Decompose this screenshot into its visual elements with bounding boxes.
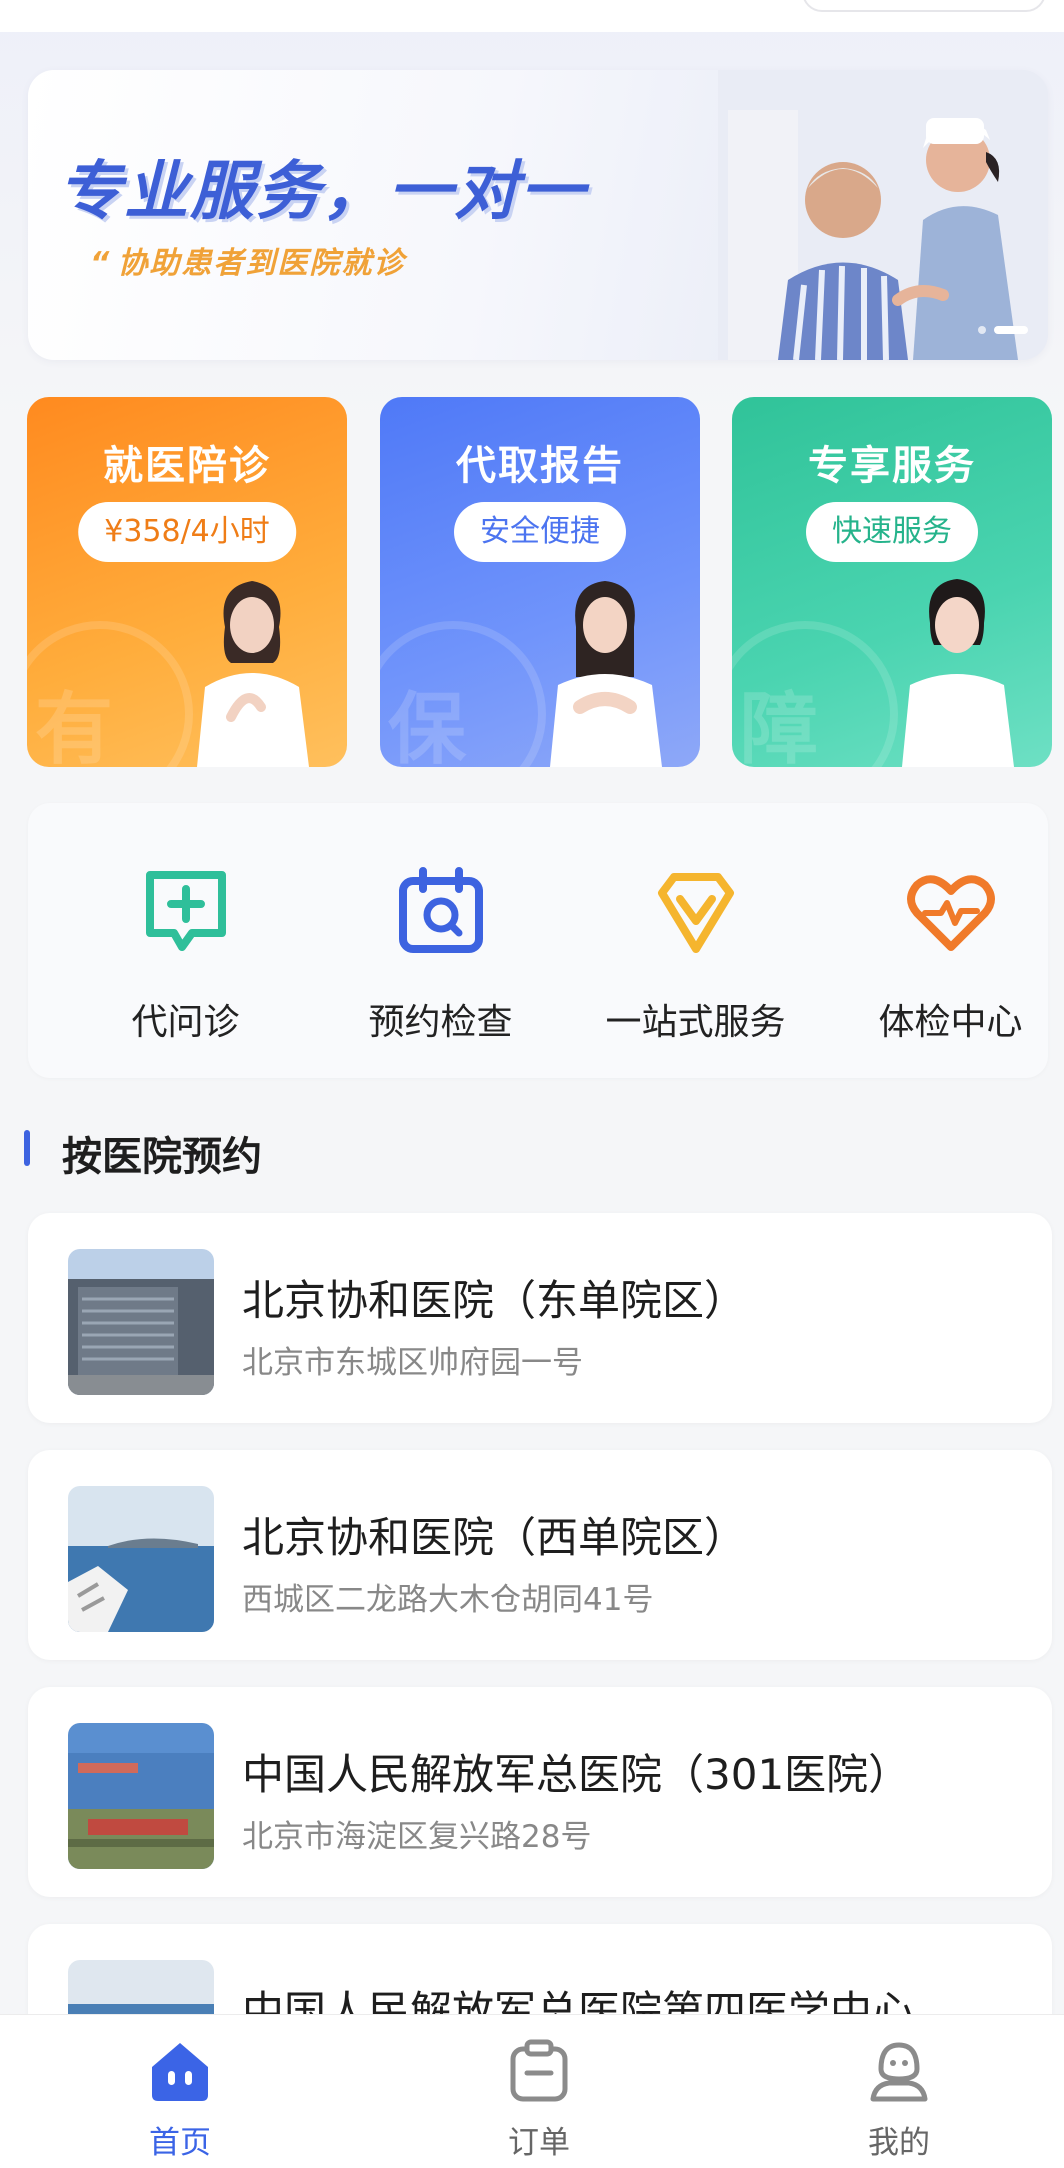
banner-subtitle-text: 协助患者到医院就诊 (117, 246, 406, 281)
heart-pulse-icon (906, 875, 995, 951)
service-title: 专享服务 (808, 443, 976, 489)
banner-subtitle: “协助患者到医院就诊 (90, 238, 405, 282)
clipboard-icon (510, 2039, 568, 2102)
quick-actions-panel: 代问诊 预约检查 一站式服务 体检中心 (28, 803, 1048, 1078)
service-title: 代取报告 (456, 443, 624, 489)
watermark-text: 有 (35, 685, 114, 767)
quick-action-checkup[interactable]: 体检中心 (823, 863, 1064, 1045)
service-title: 就医陪诊 (103, 443, 271, 489)
service-person-image (902, 579, 1014, 767)
pagination-dot-active (994, 326, 1028, 334)
tab-label: 订单 (508, 2125, 570, 2161)
hospital-name: 中国人民解放军总医院（301医院） (242, 1750, 911, 1799)
watermark-text: 障 (740, 685, 819, 767)
nurse-patient-illustration (718, 70, 1048, 360)
hospital-address: 北京市海淀区复兴路28号 (242, 1819, 592, 1855)
quick-action-label: 预约检查 (368, 1002, 513, 1043)
quick-action-label: 代问诊 (131, 1002, 240, 1043)
service-card-escort[interactable]: 有 就医陪诊 ¥358/4小时 (27, 397, 347, 767)
tab-home[interactable]: 首页 (100, 2039, 260, 2162)
diamond-check-icon (657, 873, 734, 953)
section-accent-bar (24, 1130, 30, 1166)
hospital-name: 北京协和医院（西单院区） (242, 1513, 747, 1562)
hospital-card[interactable]: 北京协和医院（西单院区） 西城区二龙路大木仓胡同41号 (28, 1450, 1052, 1660)
service-card-report[interactable]: 保 代取报告 安全便捷 (380, 397, 700, 767)
hospital-thumbnail (68, 1486, 214, 1632)
chat-plus-icon (145, 871, 226, 951)
top-bar (0, 0, 1064, 32)
quote-mark: “ (90, 246, 112, 281)
pagination-dot (978, 326, 986, 334)
hospital-address: 北京市东城区帅府园一号 (242, 1345, 583, 1381)
tab-label: 我的 (868, 2125, 930, 2161)
hospital-address: 西城区二龙路大木仓胡同41号 (242, 1582, 654, 1618)
section-title: 按医院预约 (62, 1134, 262, 1180)
hospital-card[interactable]: 北京协和医院（东单院区） 北京市东城区帅府园一号 (28, 1213, 1052, 1423)
hospital-name: 北京协和医院（东单院区） (242, 1276, 747, 1325)
service-card-exclusive[interactable]: 障 专享服务 快速服务 (732, 397, 1052, 767)
quick-action-onestop[interactable]: 一站式服务 (568, 863, 823, 1045)
top-pill[interactable] (802, 0, 1046, 12)
service-tag: 快速服务 (806, 502, 978, 562)
watermark-text: 保 (388, 685, 467, 767)
quick-action-consult[interactable]: 代问诊 (58, 863, 313, 1045)
banner-title: 专业服务，一对一 (58, 155, 586, 229)
hospital-thumbnail (68, 1723, 214, 1869)
quick-action-label: 一站式服务 (605, 1002, 786, 1043)
quick-action-label: 体检中心 (878, 1002, 1023, 1043)
bottom-tab-bar: 首页 订单 我的 (0, 2014, 1064, 2168)
service-person-image (550, 581, 662, 767)
home-icon (152, 2043, 208, 2101)
quick-action-exam[interactable]: 预约检查 (313, 863, 568, 1045)
promo-banner[interactable]: 专业服务，一对一 “协助患者到医院就诊 (28, 70, 1048, 360)
service-tag: ¥358/4小时 (78, 502, 296, 562)
hospital-card[interactable]: 中国人民解放军总医院（301医院） 北京市海淀区复兴路28号 (28, 1687, 1052, 1897)
calendar-check-icon (398, 867, 483, 953)
banner-pagination (978, 326, 1028, 334)
hospital-thumbnail (68, 1249, 214, 1395)
user-icon (870, 2042, 928, 2102)
tab-label: 首页 (149, 2125, 211, 2161)
service-person-image (197, 581, 309, 767)
service-tag: 安全便捷 (454, 502, 626, 562)
tab-profile[interactable]: 我的 (819, 2039, 979, 2162)
tab-orders[interactable]: 订单 (459, 2039, 619, 2162)
